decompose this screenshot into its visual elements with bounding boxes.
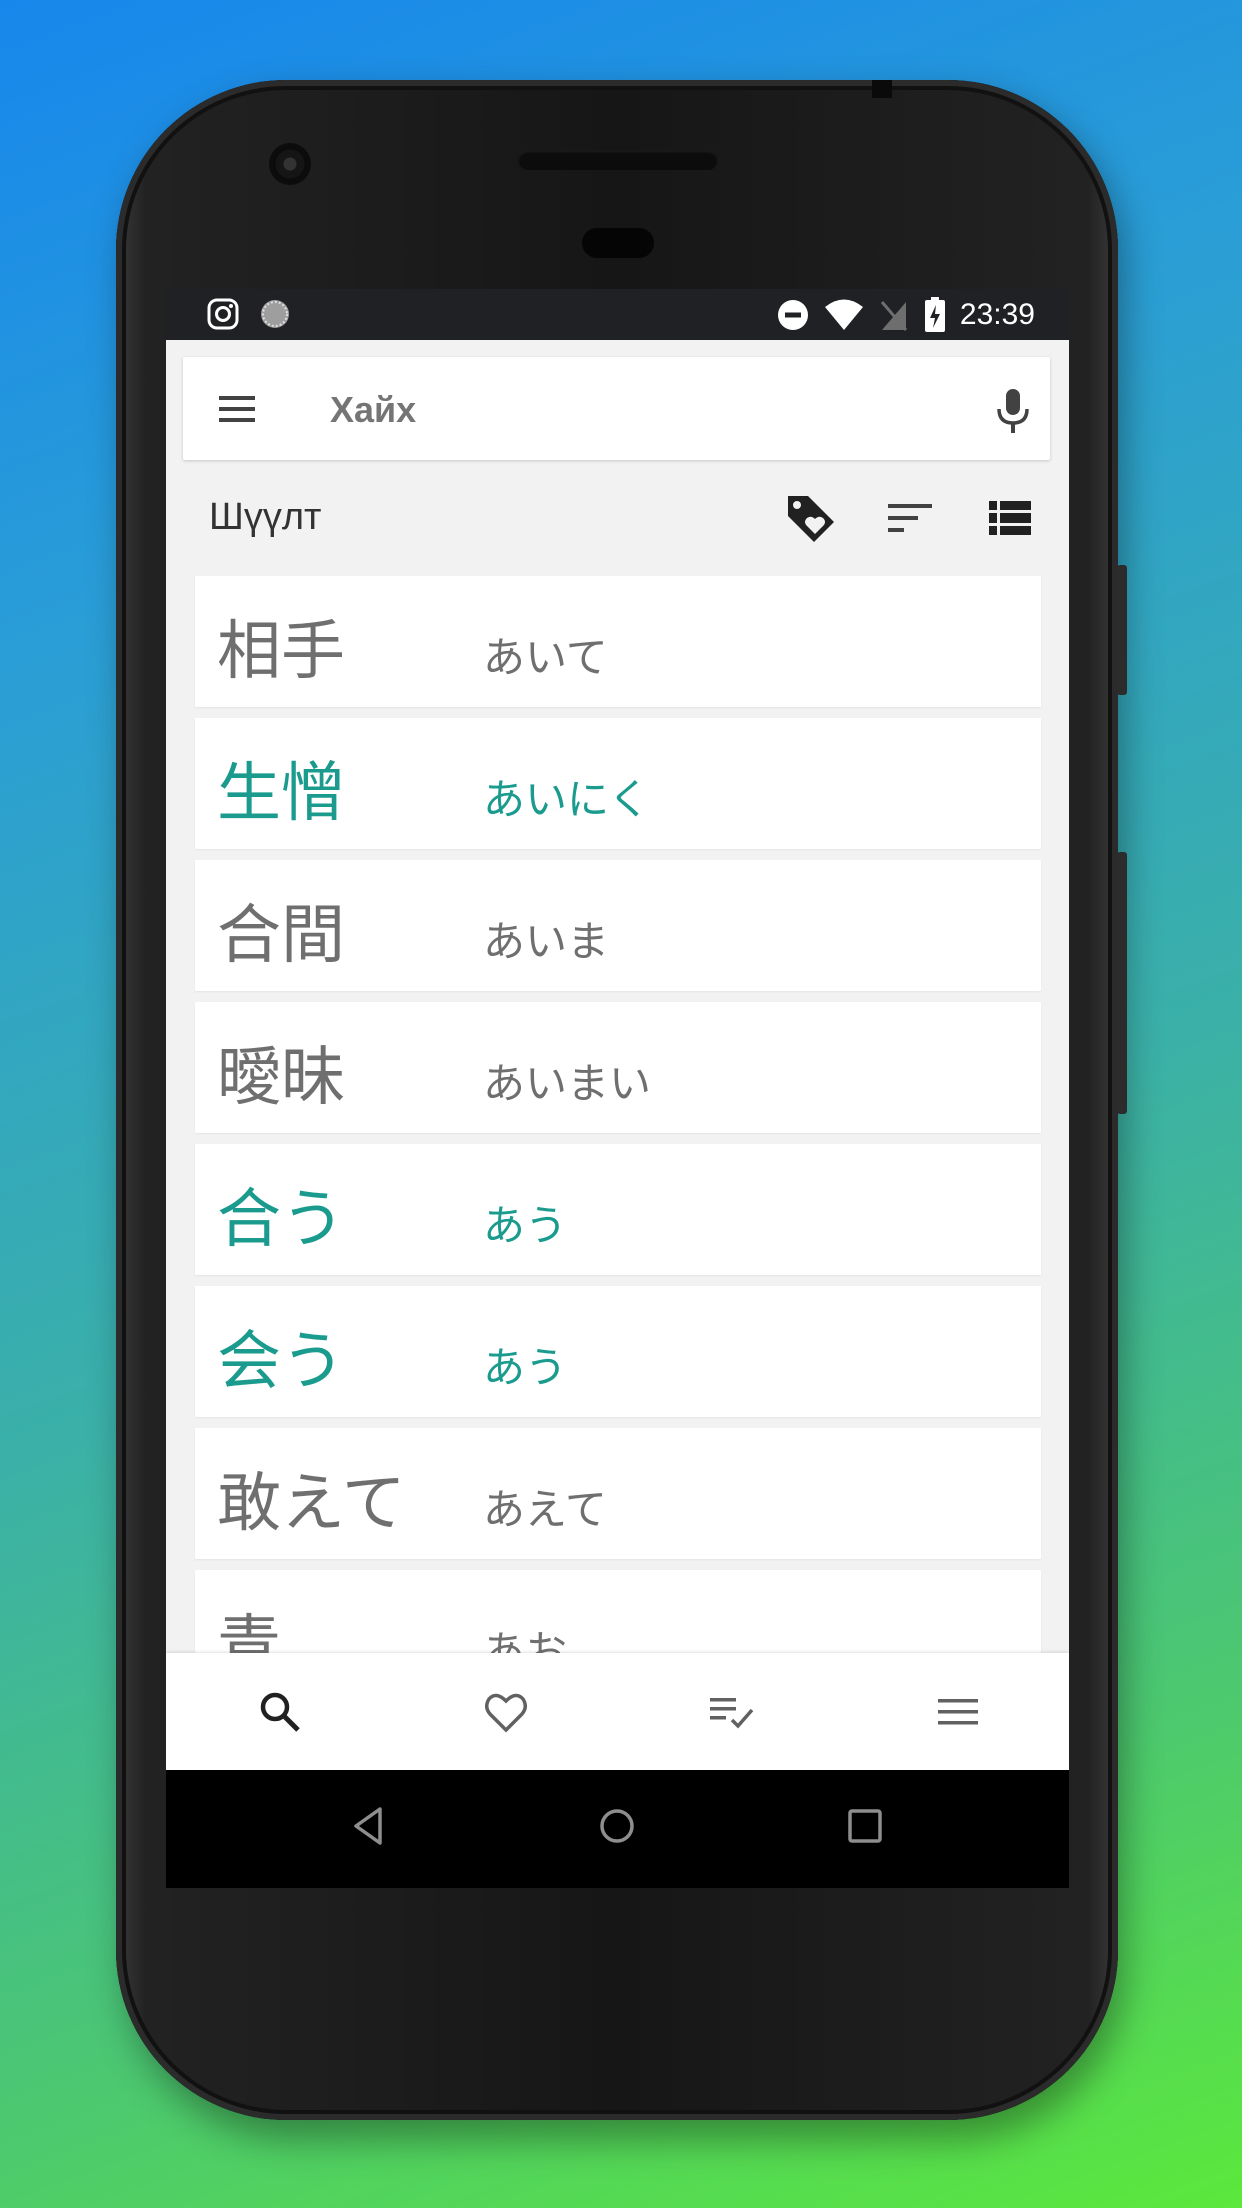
word-kanji: 会う [217, 1325, 345, 1399]
front-camera [272, 146, 308, 182]
word-list: 相手 あいて 生憎 あいにく 合間 あいま 曖昧 あいまい 合う あう 会う あう 敢えて あえて青あお [195, 576, 1041, 1712]
back-icon[interactable] [346, 1803, 392, 1849]
sort-icon[interactable] [886, 498, 934, 538]
word-kanji: 合う [217, 1183, 345, 1257]
checklist-icon[interactable] [708, 1688, 756, 1736]
word-kanji: 曖昧 [217, 1041, 345, 1115]
word-reading: あいま [483, 917, 610, 966]
system-navigation-bar [166, 1770, 1069, 1888]
do-not-disturb-icon [777, 300, 808, 330]
word-reading: あう [483, 1343, 568, 1392]
word-row[interactable]: 相手 あいて [195, 576, 1041, 707]
instagram-icon [207, 298, 239, 330]
word-kanji: 生憎 [217, 757, 345, 831]
app-content: Шүүлт 相手あいて生憎あいにく合間あいま曖昧あいまい合うあう会うあう敢えてあ [166, 340, 1069, 1770]
battery-charging-icon [924, 297, 945, 332]
microphone-icon[interactable] [993, 387, 1033, 435]
word-row[interactable]: 敢えて あえて [195, 1428, 1041, 1559]
home-icon[interactable] [594, 1803, 640, 1849]
word-kanji: 敢えて [217, 1467, 406, 1541]
heart-icon[interactable] [482, 1688, 530, 1736]
proximity-sensor [582, 228, 654, 258]
hamburger-menu-icon[interactable] [217, 389, 257, 429]
word-row[interactable]: 合間 あいま [195, 860, 1041, 991]
word-reading: あう [483, 1201, 568, 1250]
word-row[interactable]: 会う あう [195, 1286, 1041, 1417]
earpiece-speaker [518, 150, 718, 170]
list-view-icon[interactable] [988, 498, 1032, 538]
word-reading: あいにく [483, 775, 651, 824]
word-reading: あいて [483, 633, 608, 682]
search-input[interactable] [328, 379, 932, 441]
word-reading: あえて [483, 1485, 607, 1534]
volume-button [1117, 852, 1127, 1114]
loading-icon [261, 300, 289, 328]
status-bar: 23:39 [166, 289, 1069, 340]
recent-apps-icon[interactable] [842, 1803, 888, 1849]
word-kanji: 相手 [217, 615, 345, 689]
word-reading: あいまい [483, 1059, 652, 1108]
favorite-tag-icon[interactable] [784, 490, 838, 544]
word-row[interactable]: 合う あう [195, 1144, 1041, 1275]
status-time: 23:39 [959, 298, 1035, 331]
no-sim-icon [880, 301, 908, 331]
search-icon[interactable] [256, 1688, 304, 1736]
bottom-navigation [166, 1653, 1069, 1770]
wifi-icon [824, 299, 863, 330]
word-kanji: 合間 [217, 899, 345, 973]
word-row[interactable]: 曖昧 あいまい [195, 1002, 1041, 1133]
menu-icon[interactable] [934, 1688, 982, 1736]
filter-label: Шүүлт [209, 496, 322, 538]
filter-row: Шүүлт [166, 460, 1069, 574]
screen: 23:39 Шүүлт [166, 289, 1069, 1888]
word-row[interactable]: 生憎 あいにく [195, 718, 1041, 849]
power-button [1117, 565, 1127, 695]
top-antenna-notch [872, 80, 892, 98]
search-bar [183, 357, 1050, 460]
